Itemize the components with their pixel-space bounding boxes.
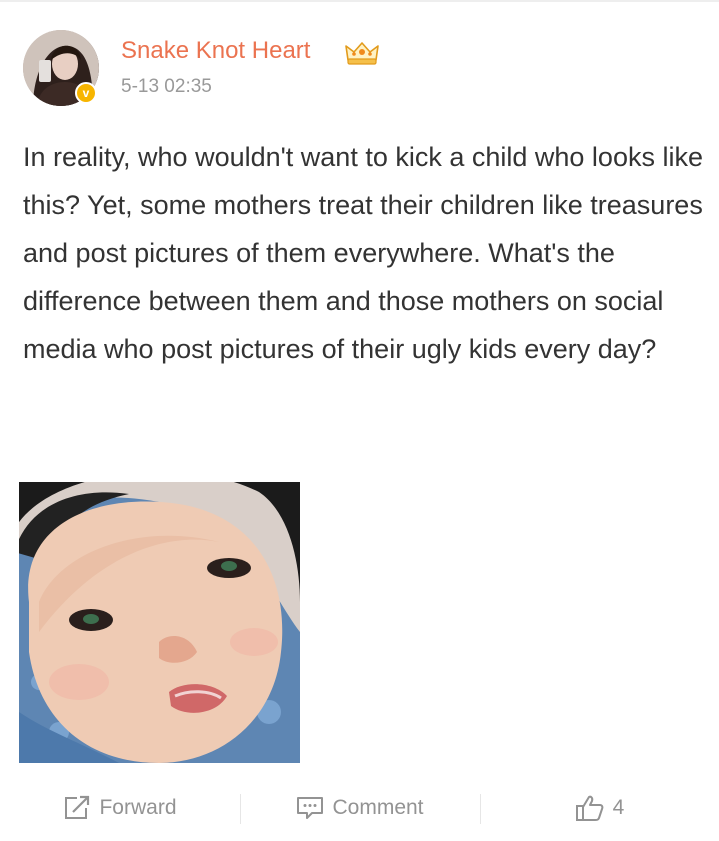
forward-label: Forward [99,796,177,819]
forward-button[interactable]: Forward [0,778,240,838]
comment-button[interactable]: Comment [240,778,480,838]
username[interactable]: Snake Knot Heart [121,37,310,65]
verified-icon: v [75,82,97,104]
like-button[interactable]: 4 [480,778,719,838]
action-bar: Forward Comment 4 [0,778,719,838]
post-timestamp[interactable]: 5-13 02:35 [121,76,212,98]
like-count: 4 [612,796,625,819]
comment-icon [297,797,324,819]
crown-icon[interactable] [344,40,380,66]
weibo-post: v Snake Knot Heart 5-13 02:35 In reality… [0,0,719,841]
thumbs-up-icon [575,795,604,821]
forward-icon [65,795,90,819]
post-image[interactable] [19,482,300,763]
post-text: In reality, who wouldn't want to kick a … [23,142,703,364]
comment-label: Comment [332,796,424,819]
